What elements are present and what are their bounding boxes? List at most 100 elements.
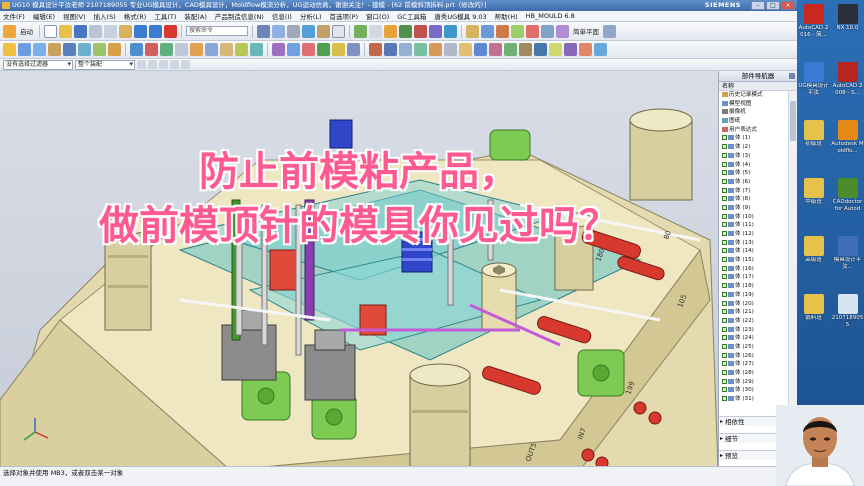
menu-item[interactable]: HB_MOULD 6.8 <box>526 12 575 20</box>
start-menu-label[interactable]: 启动 <box>20 26 33 36</box>
body-node[interactable]: 体 (16) <box>719 265 787 274</box>
body-node[interactable]: 体 (3) <box>719 152 787 161</box>
body-node[interactable]: 体 (29) <box>719 378 787 387</box>
visibility-checkbox[interactable] <box>722 283 727 289</box>
graphics-window[interactable]: 105 199 180 80 OUT5 IN7 防止前模粘产品， 做前模顶针的模… <box>0 71 718 466</box>
wcs-icon[interactable] <box>369 24 382 38</box>
sketch-icon[interactable] <box>3 43 16 56</box>
body-node[interactable]: 体 (19) <box>719 291 787 300</box>
datum-axis-icon[interactable] <box>384 43 397 56</box>
desktop-shortcut[interactable]: 2107189055 <box>831 294 864 328</box>
scrollbar-thumb[interactable] <box>790 101 796 141</box>
mold-assembly-model[interactable]: 105 199 180 80 OUT5 IN7 <box>0 71 718 466</box>
body-node[interactable]: 体 (4) <box>719 161 787 170</box>
minimize-button[interactable]: – <box>751 1 765 10</box>
visibility-checkbox[interactable] <box>722 265 727 271</box>
navigator-node[interactable]: 摄像机 <box>719 108 787 117</box>
snap-center-icon[interactable] <box>181 60 190 69</box>
desktop-shortcut[interactable]: 模具设计平汝... <box>831 236 864 270</box>
body-node[interactable]: 体 (26) <box>719 352 787 361</box>
desktop-shortcut[interactable]: 高级班 <box>797 236 830 270</box>
visibility-checkbox[interactable] <box>722 152 727 158</box>
edge-blend-icon[interactable] <box>220 43 233 56</box>
line-icon[interactable] <box>414 43 427 56</box>
visibility-checkbox[interactable] <box>722 231 727 236</box>
menu-item[interactable]: 视图(V) <box>63 11 86 21</box>
delete-face-icon[interactable] <box>332 43 345 56</box>
visibility-checkbox[interactable] <box>722 317 727 323</box>
visibility-checkbox[interactable] <box>722 396 727 402</box>
desktop-shortcut[interactable]: 初级班 <box>797 120 830 154</box>
arc-icon[interactable] <box>429 43 442 56</box>
visibility-checkbox[interactable] <box>722 300 727 306</box>
visibility-checkbox[interactable] <box>722 387 727 393</box>
layer-icon[interactable] <box>354 24 367 38</box>
subtract-icon[interactable] <box>145 43 158 56</box>
body-node[interactable]: 体 (11) <box>719 221 787 230</box>
body-node[interactable]: 体 (20) <box>719 300 787 309</box>
simple-plane-label[interactable]: 简单平面 <box>573 26 599 36</box>
project-curve-icon[interactable] <box>474 43 487 56</box>
hole-icon[interactable] <box>48 43 61 56</box>
sphere-icon[interactable] <box>108 43 121 56</box>
cooling-icon[interactable] <box>526 24 539 38</box>
delete-icon[interactable] <box>164 24 177 38</box>
visibility-checkbox[interactable] <box>722 135 727 141</box>
body-node[interactable]: 体 (8) <box>719 195 787 204</box>
menu-item[interactable]: 信息(I) <box>272 11 292 21</box>
pin-icon[interactable] <box>789 73 795 79</box>
visibility-checkbox[interactable] <box>722 161 727 167</box>
paste-icon[interactable] <box>119 24 132 38</box>
body-node[interactable]: 体 (6) <box>719 178 787 187</box>
snap-midpoint-icon[interactable] <box>170 60 179 69</box>
visibility-checkbox[interactable] <box>722 378 727 384</box>
visibility-checkbox[interactable] <box>722 204 727 210</box>
offset-curve-icon[interactable] <box>489 43 502 56</box>
trim-body-icon[interactable] <box>175 43 188 56</box>
extract-icon[interactable] <box>579 43 592 56</box>
unite-icon[interactable] <box>130 43 143 56</box>
visibility-checkbox[interactable] <box>722 239 727 245</box>
rotate-icon[interactable] <box>302 24 315 38</box>
sew-icon[interactable] <box>549 43 562 56</box>
measure-icon[interactable] <box>399 24 412 38</box>
desktop-shortcut[interactable]: Autodesk Moldflo... <box>831 120 864 154</box>
navigator-node[interactable]: 模型视图 <box>719 100 787 109</box>
visibility-checkbox[interactable] <box>722 213 727 219</box>
body-node[interactable]: 体 (10) <box>719 213 787 222</box>
shell-icon[interactable] <box>250 43 263 56</box>
body-node[interactable]: 体 (13) <box>719 239 787 248</box>
revolve-icon[interactable] <box>33 43 46 56</box>
body-node[interactable]: 体 (24) <box>719 334 787 343</box>
copy-icon[interactable] <box>104 24 117 38</box>
deselect-icon[interactable] <box>148 60 157 69</box>
save-icon[interactable] <box>74 24 87 38</box>
material-icon[interactable] <box>429 24 442 38</box>
body-node[interactable]: 体 (2) <box>719 143 787 152</box>
body-node[interactable]: 体 (7) <box>719 187 787 196</box>
menu-item[interactable]: 工具(T) <box>154 11 176 21</box>
visibility-checkbox[interactable] <box>722 144 727 150</box>
body-node[interactable]: 体 (28) <box>719 369 787 378</box>
desktop-shortcut[interactable]: NX 10.0 <box>831 4 864 38</box>
assembly-scope-dropdown[interactable]: 整个装配 <box>75 59 135 70</box>
cone-icon[interactable] <box>93 43 106 56</box>
replace-face-icon[interactable] <box>317 43 330 56</box>
body-node[interactable]: 体 (18) <box>719 282 787 291</box>
visibility-checkbox[interactable] <box>722 274 727 280</box>
new-file-icon[interactable] <box>44 24 57 38</box>
part-navigator-tree[interactable]: 历史记录模式 模型视图 摄像机 图纸 用户表达式体 (1) 体 (2) 体 (3) 体 (4)… <box>719 91 787 409</box>
gate-icon[interactable] <box>541 24 554 38</box>
body-node[interactable]: 体 (22) <box>719 317 787 326</box>
navigator-scrollbar[interactable] <box>788 91 797 409</box>
draft-icon[interactable] <box>347 43 360 56</box>
visibility-checkbox[interactable] <box>722 291 727 297</box>
extrude-icon[interactable] <box>18 43 31 56</box>
analysis-icon[interactable] <box>444 24 457 38</box>
block-icon[interactable] <box>63 43 76 56</box>
visibility-checkbox[interactable] <box>722 196 727 202</box>
navigator-node[interactable]: 图纸 <box>719 117 787 126</box>
snap-icon[interactable] <box>384 24 397 38</box>
menu-item[interactable]: 格式(R) <box>124 11 147 21</box>
thicken-icon[interactable] <box>534 43 547 56</box>
